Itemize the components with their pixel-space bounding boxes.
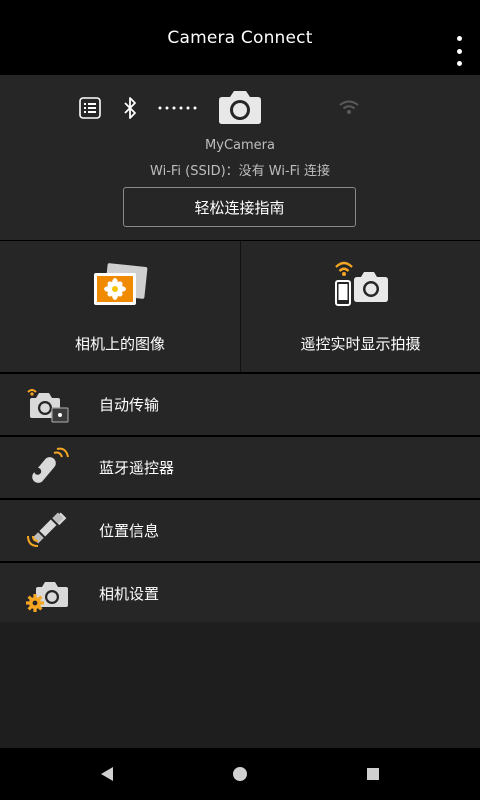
tile-remote-live-view[interactable]: 遥控实时显示拍摄 xyxy=(240,241,480,372)
wifi-ssid-status: Wi-Fi (SSID)：没有 Wi-Fi 连接 xyxy=(150,164,330,179)
tile-label: 遥控实时显示拍摄 xyxy=(300,335,421,353)
recents-icon xyxy=(367,768,379,780)
easy-connect-guide-button[interactable]: 轻松连接指南 xyxy=(123,187,356,227)
wifi-icon xyxy=(339,100,359,114)
menu-item-bluetooth-remote[interactable]: 蓝牙遥控器 xyxy=(0,437,480,498)
bluetooth-icon xyxy=(124,97,136,119)
recents-button[interactable] xyxy=(361,762,385,786)
camera-icon xyxy=(219,91,261,124)
tile-label: 相机上的图像 xyxy=(74,335,165,353)
menu-item-camera-settings[interactable]: 相机设置 xyxy=(0,563,480,624)
remote-live-view-icon xyxy=(335,261,388,306)
menu-item-label: 自动传输 xyxy=(99,396,160,414)
bluetooth-remote-icon xyxy=(32,447,69,483)
menu-item-label: 位置信息 xyxy=(99,522,160,540)
app-bar: Camera Connect xyxy=(0,0,480,75)
app-title: Camera Connect xyxy=(167,27,313,48)
menu-item-auto-transfer[interactable]: 自动传输 xyxy=(0,374,480,435)
back-button[interactable] xyxy=(95,762,119,786)
more-options-button[interactable] xyxy=(454,36,464,66)
menu-item-location[interactable]: 位置信息 xyxy=(0,500,480,561)
auto-transfer-icon xyxy=(27,389,69,423)
tile-images-on-camera[interactable]: 相机上的图像 xyxy=(0,241,240,372)
feature-tiles: 相机上的图像 遥控实时显示拍摄 xyxy=(0,241,480,372)
gallery-icon xyxy=(94,263,148,305)
menu-list: 自动传输 蓝牙遥控器 位置信息 相机设置 xyxy=(0,374,480,626)
menu-item-label: 蓝牙遥控器 xyxy=(99,459,175,477)
more-vert-dot xyxy=(456,61,462,66)
more-vert-dot xyxy=(456,48,462,54)
location-satellite-icon xyxy=(27,512,67,547)
back-icon xyxy=(101,767,113,781)
camera-settings-icon xyxy=(26,582,68,612)
list-icon[interactable] xyxy=(79,97,101,119)
home-button[interactable] xyxy=(228,762,252,786)
more-vert-icon xyxy=(456,36,462,41)
menu-item-label: 相机设置 xyxy=(99,585,160,603)
home-icon xyxy=(233,767,247,781)
camera-name: MyCamera xyxy=(205,138,275,153)
system-nav-bar xyxy=(0,748,480,800)
dotted-link-icon xyxy=(158,106,197,110)
empty-content-area xyxy=(0,622,480,748)
